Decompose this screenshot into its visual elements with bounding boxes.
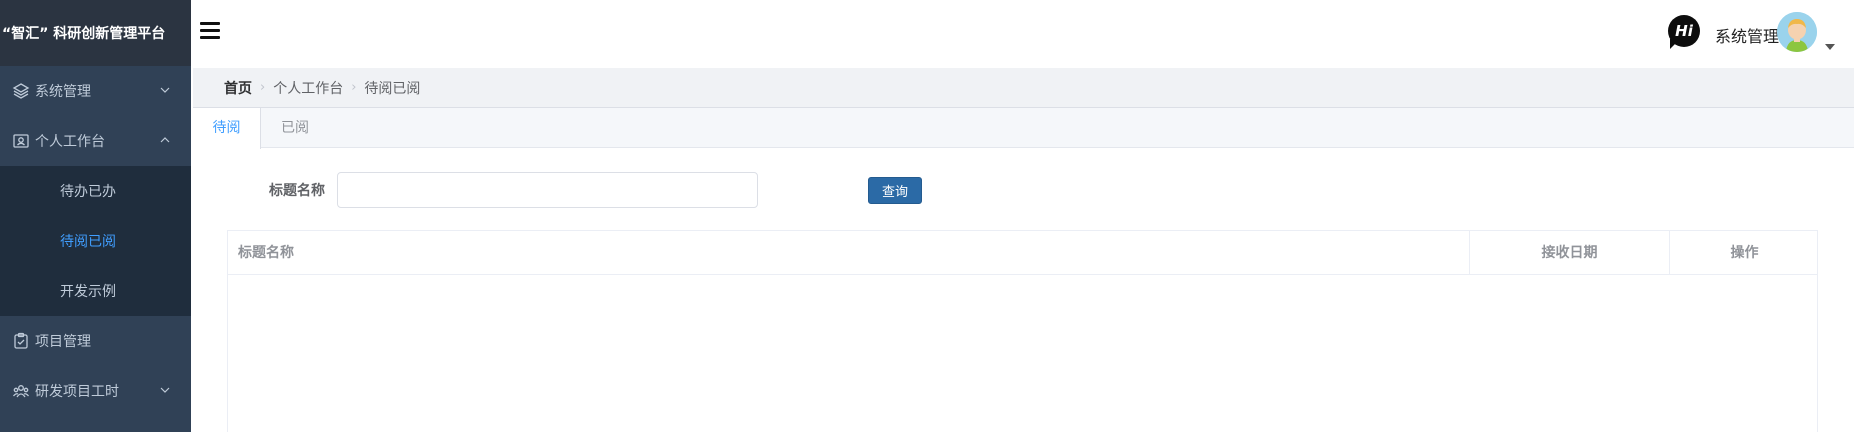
tab-bar: 待阅 已阅 <box>193 108 1854 149</box>
user-avatar-icon <box>1777 12 1817 52</box>
sidebar-item-label: 个人工作台 <box>35 134 105 150</box>
table-header: 标题名称 接收日期 操作 <box>228 231 1817 275</box>
sidebar-item-dev-example[interactable]: 开发示例 <box>0 266 191 316</box>
breadcrumb-workbench[interactable]: 个人工作台 <box>273 78 343 98</box>
workbench-submenu: 待办已办 待阅已阅 开发示例 <box>0 166 191 316</box>
sidebar-item-label: 项目管理 <box>35 334 91 350</box>
column-header-receive-date[interactable]: 接收日期 <box>1469 231 1669 275</box>
chevron-up-icon <box>160 137 170 143</box>
team-icon <box>12 382 30 400</box>
breadcrumb-home[interactable]: 首页 <box>224 78 252 98</box>
layers-icon <box>12 82 30 100</box>
sidebar: “智汇” 科研创新管理平台 系统管理 个人工作台 待办已办 待阅已阅 开发示例 … <box>0 0 191 432</box>
sidebar-item-label: 系统管理 <box>35 84 91 100</box>
breadcrumb-current: 待阅已阅 <box>364 80 421 97</box>
search-title-label: 标题名称 <box>269 183 325 199</box>
top-header: Hi 系统管理 <box>191 0 1858 66</box>
user-name[interactable]: 系统管理 <box>1715 23 1779 47</box>
column-header-actions[interactable]: 操作 <box>1669 231 1819 275</box>
query-button[interactable]: 查询 <box>868 177 922 204</box>
tab-read[interactable]: 已阅 <box>261 108 329 148</box>
sidebar-item-project[interactable]: 项目管理 <box>0 316 191 366</box>
chevron-right-icon: › <box>351 80 357 95</box>
workbench-icon <box>12 132 30 150</box>
sidebar-item-toread-read[interactable]: 待阅已阅 <box>0 216 191 266</box>
data-table: 标题名称 接收日期 操作 <box>227 230 1818 432</box>
sidebar-item-rd-hours[interactable]: 研发项目工时 <box>0 366 191 416</box>
search-title-input[interactable] <box>337 172 758 208</box>
tab-to-read[interactable]: 待阅 <box>193 108 261 149</box>
avatar[interactable] <box>1777 12 1817 52</box>
hi-logo: Hi <box>1668 15 1700 47</box>
chevron-right-icon: › <box>260 80 266 95</box>
chevron-down-icon <box>160 387 170 393</box>
sidebar-item-label: 研发项目工时 <box>35 384 119 400</box>
sidebar-item-workbench[interactable]: 个人工作台 <box>0 116 191 166</box>
app-title: “智汇” 科研创新管理平台 <box>0 0 191 66</box>
clipboard-icon <box>12 332 30 350</box>
breadcrumb: 首页 › 个人工作台 › 待阅已阅 <box>193 68 1854 108</box>
hamburger-icon[interactable] <box>200 22 220 42</box>
sidebar-item-todo-done[interactable]: 待办已办 <box>0 166 191 216</box>
column-header-title[interactable]: 标题名称 <box>238 231 294 275</box>
sidebar-item-system[interactable]: 系统管理 <box>0 66 191 116</box>
chevron-down-icon <box>160 87 170 93</box>
caret-down-icon[interactable] <box>1825 44 1835 50</box>
